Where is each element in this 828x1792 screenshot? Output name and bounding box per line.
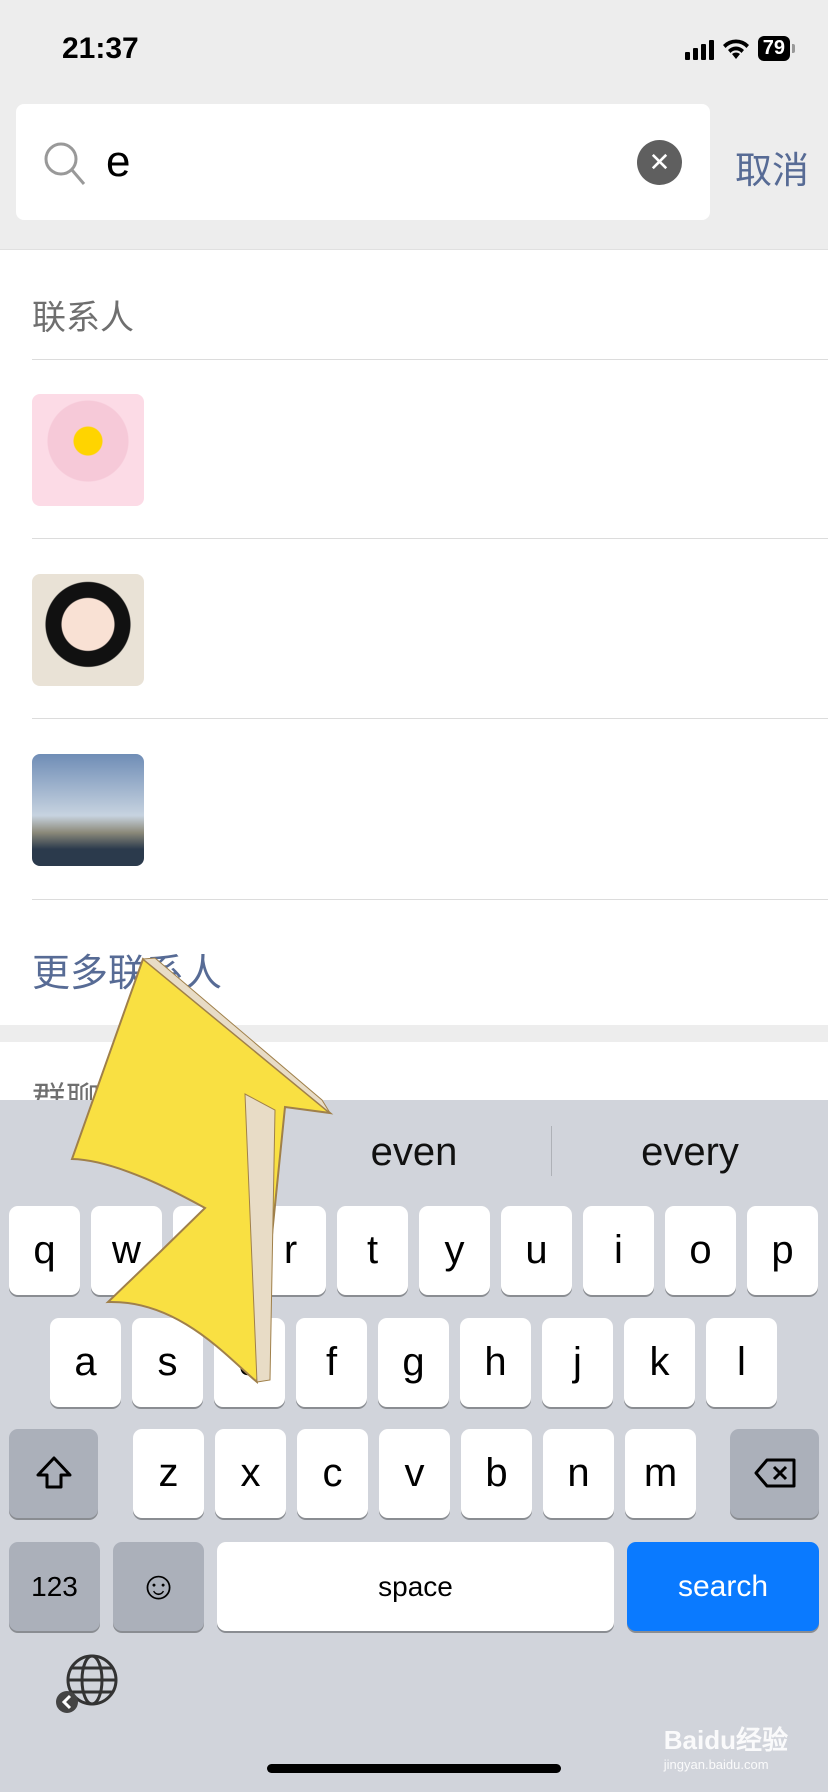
annotation-arrow-icon xyxy=(70,957,334,1384)
watermark-text: Baidu经验 xyxy=(663,1725,788,1755)
watermark-url: jingyan.baidu.com xyxy=(663,1757,769,1772)
watermark: Baidu经验 jingyan.baidu.com xyxy=(664,1720,788,1772)
